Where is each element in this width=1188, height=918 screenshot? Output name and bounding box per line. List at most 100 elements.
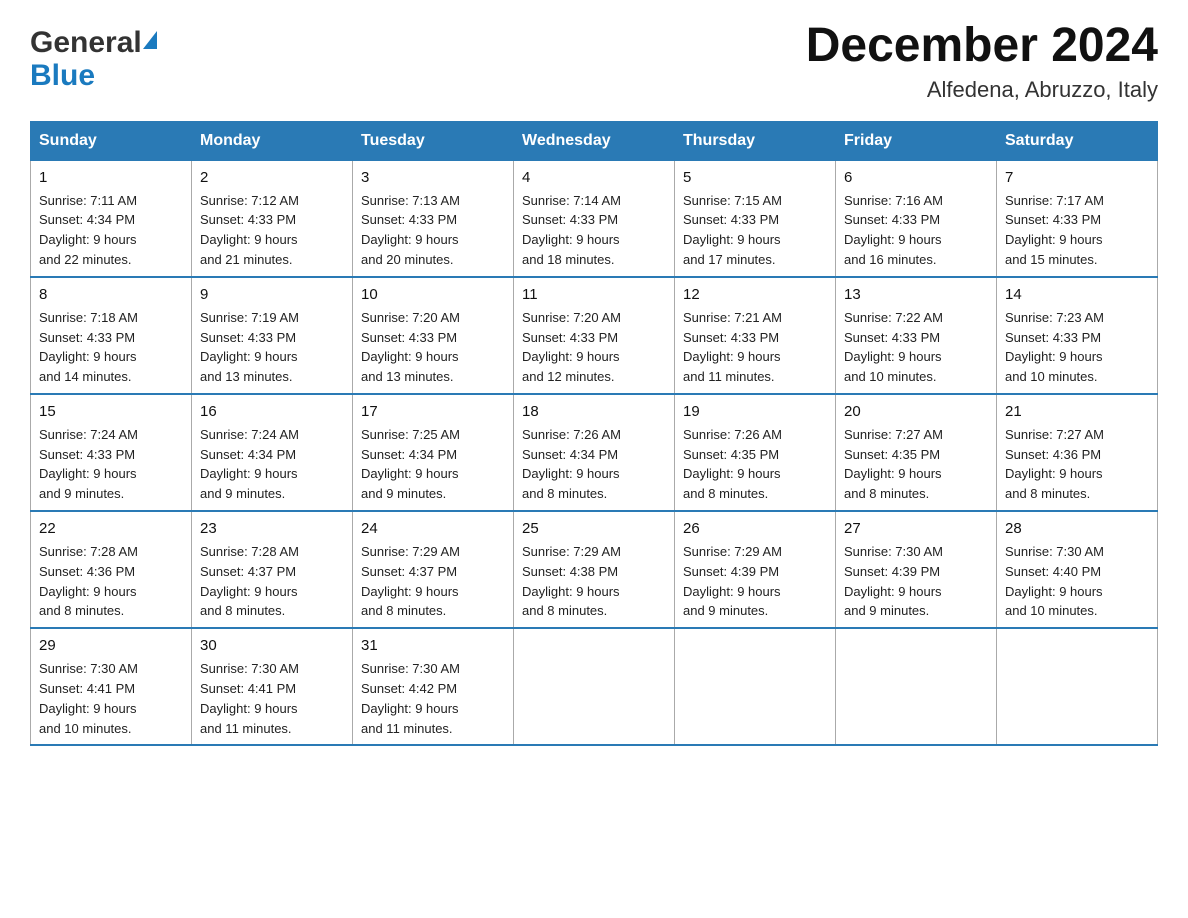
day-sunset: Sunset: 4:33 PM <box>522 330 618 345</box>
day-number: 20 <box>844 401 988 423</box>
day-sunrise: Sunrise: 7:26 AM <box>522 427 621 442</box>
col-friday: Friday <box>836 121 997 160</box>
calendar-day-cell: 31 Sunrise: 7:30 AM Sunset: 4:42 PM Dayl… <box>353 628 514 745</box>
day-sunset: Sunset: 4:39 PM <box>844 564 940 579</box>
day-daylight-cont: and 20 minutes. <box>361 252 454 267</box>
calendar-day-cell: 7 Sunrise: 7:17 AM Sunset: 4:33 PM Dayli… <box>997 160 1158 277</box>
calendar-day-cell: 28 Sunrise: 7:30 AM Sunset: 4:40 PM Dayl… <box>997 511 1158 628</box>
day-daylight-cont: and 12 minutes. <box>522 369 615 384</box>
day-sunrise: Sunrise: 7:27 AM <box>1005 427 1104 442</box>
day-number: 11 <box>522 284 666 306</box>
day-daylight: Daylight: 9 hours <box>1005 584 1103 599</box>
day-sunrise: Sunrise: 7:30 AM <box>844 544 943 559</box>
day-sunset: Sunset: 4:39 PM <box>683 564 779 579</box>
day-daylight: Daylight: 9 hours <box>844 584 942 599</box>
day-sunset: Sunset: 4:38 PM <box>522 564 618 579</box>
day-daylight: Daylight: 9 hours <box>1005 349 1103 364</box>
day-number: 19 <box>683 401 827 423</box>
calendar-day-cell: 20 Sunrise: 7:27 AM Sunset: 4:35 PM Dayl… <box>836 394 997 511</box>
day-daylight: Daylight: 9 hours <box>200 584 298 599</box>
day-daylight: Daylight: 9 hours <box>200 232 298 247</box>
calendar-day-cell: 3 Sunrise: 7:13 AM Sunset: 4:33 PM Dayli… <box>353 160 514 277</box>
day-sunrise: Sunrise: 7:29 AM <box>361 544 460 559</box>
col-monday: Monday <box>192 121 353 160</box>
calendar-day-cell: 26 Sunrise: 7:29 AM Sunset: 4:39 PM Dayl… <box>675 511 836 628</box>
calendar-day-cell: 8 Sunrise: 7:18 AM Sunset: 4:33 PM Dayli… <box>31 277 192 394</box>
day-sunrise: Sunrise: 7:17 AM <box>1005 193 1104 208</box>
day-daylight: Daylight: 9 hours <box>1005 466 1103 481</box>
calendar-header-row: Sunday Monday Tuesday Wednesday Thursday… <box>31 121 1158 160</box>
day-number: 23 <box>200 518 344 540</box>
day-daylight-cont: and 10 minutes. <box>844 369 937 384</box>
day-sunset: Sunset: 4:33 PM <box>39 330 135 345</box>
day-daylight: Daylight: 9 hours <box>844 349 942 364</box>
day-daylight: Daylight: 9 hours <box>200 466 298 481</box>
calendar-day-cell: 2 Sunrise: 7:12 AM Sunset: 4:33 PM Dayli… <box>192 160 353 277</box>
day-number: 14 <box>1005 284 1149 306</box>
day-daylight-cont: and 13 minutes. <box>200 369 293 384</box>
logo: General Blue <box>30 20 157 93</box>
day-daylight-cont: and 10 minutes. <box>39 721 132 736</box>
calendar-day-cell <box>514 628 675 745</box>
day-daylight: Daylight: 9 hours <box>522 584 620 599</box>
day-sunrise: Sunrise: 7:18 AM <box>39 310 138 325</box>
day-sunset: Sunset: 4:37 PM <box>200 564 296 579</box>
calendar-day-cell <box>997 628 1158 745</box>
day-number: 24 <box>361 518 505 540</box>
day-sunrise: Sunrise: 7:30 AM <box>39 661 138 676</box>
day-sunrise: Sunrise: 7:28 AM <box>200 544 299 559</box>
day-daylight: Daylight: 9 hours <box>39 232 137 247</box>
day-daylight-cont: and 14 minutes. <box>39 369 132 384</box>
day-sunset: Sunset: 4:33 PM <box>361 212 457 227</box>
day-daylight-cont: and 8 minutes. <box>361 603 446 618</box>
day-number: 18 <box>522 401 666 423</box>
day-number: 15 <box>39 401 183 423</box>
calendar-day-cell: 14 Sunrise: 7:23 AM Sunset: 4:33 PM Dayl… <box>997 277 1158 394</box>
day-sunset: Sunset: 4:33 PM <box>200 212 296 227</box>
day-sunrise: Sunrise: 7:27 AM <box>844 427 943 442</box>
day-sunset: Sunset: 4:33 PM <box>361 330 457 345</box>
day-daylight-cont: and 9 minutes. <box>683 603 768 618</box>
day-daylight: Daylight: 9 hours <box>200 349 298 364</box>
day-daylight: Daylight: 9 hours <box>200 701 298 716</box>
day-sunset: Sunset: 4:33 PM <box>844 212 940 227</box>
day-daylight: Daylight: 9 hours <box>39 349 137 364</box>
day-daylight-cont: and 9 minutes. <box>39 486 124 501</box>
day-number: 6 <box>844 167 988 189</box>
calendar-day-cell: 18 Sunrise: 7:26 AM Sunset: 4:34 PM Dayl… <box>514 394 675 511</box>
day-daylight: Daylight: 9 hours <box>361 466 459 481</box>
calendar-day-cell: 10 Sunrise: 7:20 AM Sunset: 4:33 PM Dayl… <box>353 277 514 394</box>
calendar-day-cell: 21 Sunrise: 7:27 AM Sunset: 4:36 PM Dayl… <box>997 394 1158 511</box>
day-sunrise: Sunrise: 7:30 AM <box>200 661 299 676</box>
day-daylight: Daylight: 9 hours <box>361 584 459 599</box>
day-sunset: Sunset: 4:41 PM <box>39 681 135 696</box>
day-sunrise: Sunrise: 7:28 AM <box>39 544 138 559</box>
day-sunset: Sunset: 4:37 PM <box>361 564 457 579</box>
day-number: 8 <box>39 284 183 306</box>
day-sunrise: Sunrise: 7:21 AM <box>683 310 782 325</box>
day-number: 28 <box>1005 518 1149 540</box>
day-number: 26 <box>683 518 827 540</box>
day-daylight: Daylight: 9 hours <box>844 466 942 481</box>
day-daylight-cont: and 9 minutes. <box>200 486 285 501</box>
calendar-day-cell: 13 Sunrise: 7:22 AM Sunset: 4:33 PM Dayl… <box>836 277 997 394</box>
day-sunrise: Sunrise: 7:12 AM <box>200 193 299 208</box>
day-daylight: Daylight: 9 hours <box>361 232 459 247</box>
day-sunrise: Sunrise: 7:25 AM <box>361 427 460 442</box>
day-sunrise: Sunrise: 7:24 AM <box>39 427 138 442</box>
calendar-day-cell: 22 Sunrise: 7:28 AM Sunset: 4:36 PM Dayl… <box>31 511 192 628</box>
day-daylight: Daylight: 9 hours <box>361 349 459 364</box>
logo-blue-text: Blue <box>30 59 95 92</box>
day-number: 10 <box>361 284 505 306</box>
day-sunrise: Sunrise: 7:22 AM <box>844 310 943 325</box>
day-sunset: Sunset: 4:33 PM <box>683 330 779 345</box>
day-sunset: Sunset: 4:42 PM <box>361 681 457 696</box>
day-sunrise: Sunrise: 7:19 AM <box>200 310 299 325</box>
day-daylight-cont: and 11 minutes. <box>683 369 775 384</box>
day-sunrise: Sunrise: 7:14 AM <box>522 193 621 208</box>
calendar-day-cell: 23 Sunrise: 7:28 AM Sunset: 4:37 PM Dayl… <box>192 511 353 628</box>
day-daylight-cont: and 8 minutes. <box>39 603 124 618</box>
day-daylight-cont: and 8 minutes. <box>200 603 285 618</box>
day-sunrise: Sunrise: 7:30 AM <box>361 661 460 676</box>
calendar-day-cell <box>675 628 836 745</box>
